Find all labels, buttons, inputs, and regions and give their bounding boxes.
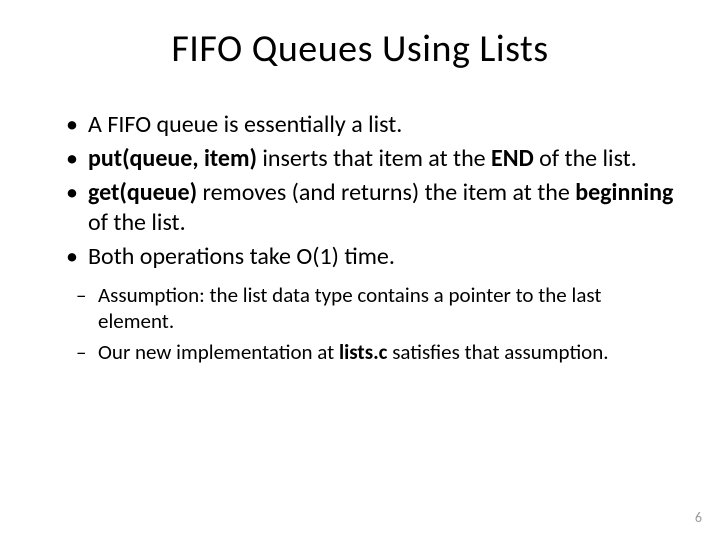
- slide-title: FIFO Queues Using Lists: [40, 26, 680, 72]
- main-bullet-list: A FIFO queue is essentially a list. put(…: [40, 110, 680, 272]
- bullet-item: Both operations take O(1) time.: [70, 242, 680, 272]
- page-number: 6: [695, 509, 702, 526]
- sub-bullet-item: Our new implementation at lists.c satisf…: [80, 339, 680, 365]
- bullet-item: A FIFO queue is essentially a list.: [70, 110, 680, 140]
- sub-bullet-list: Assumption: the list data type contains …: [40, 282, 680, 365]
- bullet-item: get(queue) removes (and returns) the ite…: [70, 178, 680, 238]
- bullet-item: put(queue, item) inserts that item at th…: [70, 144, 680, 174]
- sub-bullet-item: Assumption: the list data type contains …: [80, 282, 680, 335]
